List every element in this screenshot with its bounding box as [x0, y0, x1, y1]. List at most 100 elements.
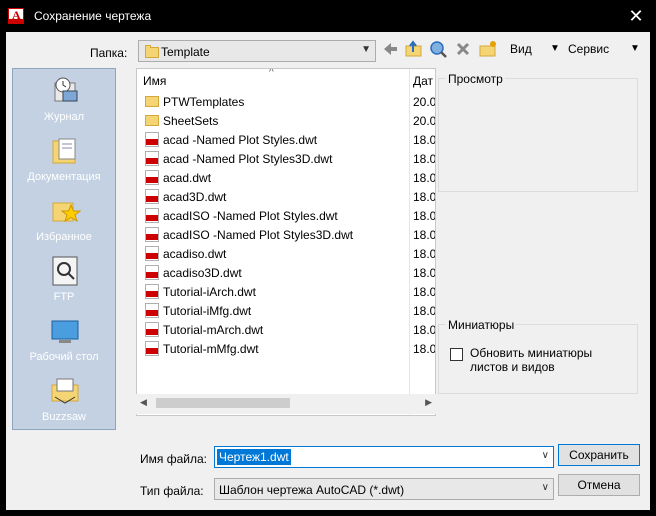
place-ftp[interactable]: FTP: [13, 251, 115, 311]
folder-label: Папка:: [90, 46, 128, 60]
file-name: acad.dwt: [163, 171, 212, 185]
ftp-icon: [52, 256, 78, 286]
file-name: Tutorial-iArch.dwt: [163, 285, 256, 299]
list-item[interactable]: Tutorial-mMfg.dwt 18.0: [143, 339, 435, 358]
autocad-app-icon: A: [8, 8, 24, 24]
file-date: 20.0: [413, 114, 436, 128]
file-name: acadiso3D.dwt: [163, 266, 242, 280]
scroll-left-icon[interactable]: ◀: [140, 397, 147, 408]
file-date: 18.0: [413, 190, 436, 204]
file-name: acadISO -Named Plot Styles3D.dwt: [163, 228, 354, 242]
file-date: 18.0: [413, 247, 436, 261]
new-folder-icon[interactable]: [478, 38, 498, 60]
cancel-button[interactable]: Отмена: [558, 474, 640, 496]
list-item[interactable]: acad3D.dwt 18.0: [143, 187, 435, 206]
list-item[interactable]: acad -Named Plot Styles3D.dwt 18.0: [143, 149, 435, 168]
filename-input[interactable]: Чертеж1.dwt ∨: [214, 446, 554, 468]
list-item[interactable]: acadiso.dwt 18.0: [143, 244, 435, 263]
view-chevron-down-icon[interactable]: ▼: [550, 43, 560, 54]
preview-label: Просмотр: [446, 72, 505, 86]
file-date: 18.0: [413, 228, 436, 242]
file-name: Tutorial-mArch.dwt: [163, 323, 264, 337]
file-name: acadISO -Named Plot Styles.dwt: [163, 209, 338, 223]
place-desktop[interactable]: Рабочий стол: [13, 311, 115, 371]
list-item[interactable]: acad -Named Plot Styles.dwt 18.0: [143, 130, 435, 149]
file-date: 18.0: [413, 152, 436, 166]
folder-combo[interactable]: Template ▼: [138, 40, 376, 62]
desktop-icon: [51, 320, 79, 343]
place-buzzsaw[interactable]: Buzzsaw: [13, 371, 115, 431]
place-label: Документация: [27, 171, 101, 183]
place-label: Журнал: [43, 111, 85, 123]
folder-combo-value: Template: [161, 45, 210, 59]
filename-label: Имя файла:: [140, 452, 207, 466]
dwt-file-icon: [145, 227, 159, 242]
documents-icon: [52, 138, 76, 164]
dwt-file-icon: [145, 132, 159, 147]
folder-icon: [145, 115, 159, 126]
list-item[interactable]: acadISO -Named Plot Styles.dwt 18.0: [143, 206, 435, 225]
list-item[interactable]: acadiso3D.dwt 18.0: [143, 263, 435, 282]
file-date: 18.0: [413, 171, 436, 185]
dwt-file-icon: [145, 322, 159, 337]
dwt-file-icon: [145, 189, 159, 204]
horizontal-scrollbar[interactable]: ◀ ▶: [136, 394, 436, 414]
dwt-file-icon: [145, 151, 159, 166]
place-label: Избранное: [36, 231, 92, 243]
file-name: acad -Named Plot Styles.dwt: [163, 133, 318, 147]
list-item[interactable]: Tutorial-iArch.dwt 18.0: [143, 282, 435, 301]
file-date: 18.0: [413, 323, 436, 337]
scroll-right-icon[interactable]: ▶: [425, 397, 432, 408]
back-icon[interactable]: [380, 38, 400, 60]
filename-chevron-down-icon[interactable]: ∨: [542, 450, 549, 461]
file-date: 20.0: [413, 95, 436, 109]
column-header-date[interactable]: Дат: [413, 69, 433, 91]
history-icon: [54, 77, 78, 102]
column-header-name[interactable]: Имя: [143, 69, 166, 91]
file-name: acadiso.dwt: [163, 247, 227, 261]
file-name: SheetSets: [163, 114, 219, 128]
file-list[interactable]: Имя ^ Дат PTWTemplates 20.0 SheetSets 20.0…: [136, 68, 436, 416]
search-web-icon[interactable]: [428, 38, 448, 60]
dialog-body: Папка: Template ▼ Вид ▼ Сервис ▼ Журнал …: [6, 32, 650, 510]
filetype-chevron-down-icon: ∨: [541, 482, 549, 493]
filetype-value: Шаблон чертежа AutoCAD (*.dwt): [219, 483, 405, 497]
filetype-select[interactable]: Шаблон чертежа AutoCAD (*.dwt) ∨: [214, 478, 554, 500]
view-menu[interactable]: Вид: [510, 42, 532, 56]
up-folder-icon[interactable]: [404, 38, 424, 60]
close-icon[interactable]: ✕: [624, 4, 648, 28]
list-item[interactable]: Tutorial-iMfg.dwt 18.0: [143, 301, 435, 320]
tools-menu[interactable]: Сервис: [568, 42, 609, 56]
place-history[interactable]: Журнал: [13, 71, 115, 131]
list-item[interactable]: PTWTemplates 20.0: [143, 92, 435, 111]
folder-icon: [145, 45, 159, 58]
chevron-down-icon: ▼: [361, 44, 371, 55]
file-date: 18.0: [413, 304, 436, 318]
list-item[interactable]: acadISO -Named Plot Styles3D.dwt 18.0: [143, 225, 435, 244]
places-sidebar: Журнал Документация Избранное FTP Рабочи…: [12, 68, 116, 430]
title-bar: A Сохранение чертежа ✕: [0, 0, 656, 32]
list-item[interactable]: SheetSets 20.0: [143, 111, 435, 130]
place-label: FTP: [53, 291, 75, 303]
update-thumbnails-checkbox[interactable]: [450, 348, 463, 361]
file-name: Tutorial-mMfg.dwt: [163, 342, 259, 356]
file-date: 18.0: [413, 285, 436, 299]
file-date: 18.0: [413, 133, 436, 147]
file-name: acad3D.dwt: [163, 190, 227, 204]
delete-icon[interactable]: [454, 38, 472, 60]
scrollbar-thumb[interactable]: [156, 398, 290, 408]
place-documents[interactable]: Документация: [13, 131, 115, 191]
dwt-file-icon: [145, 303, 159, 318]
save-button[interactable]: Сохранить: [558, 444, 640, 466]
list-item[interactable]: Tutorial-mArch.dwt 18.0: [143, 320, 435, 339]
filename-value: Чертеж1.dwt: [217, 449, 291, 465]
save-drawing-dialog: A Сохранение чертежа ✕ Папка: Template ▼: [0, 0, 656, 516]
dwt-file-icon: [145, 246, 159, 261]
place-favorites[interactable]: Избранное: [13, 191, 115, 251]
tools-chevron-down-icon[interactable]: ▼: [630, 43, 640, 54]
list-item[interactable]: acad.dwt 18.0: [143, 168, 435, 187]
buzzsaw-icon: [51, 378, 79, 404]
file-name: PTWTemplates: [163, 95, 245, 109]
dwt-file-icon: [145, 265, 159, 280]
dwt-file-icon: [145, 284, 159, 299]
